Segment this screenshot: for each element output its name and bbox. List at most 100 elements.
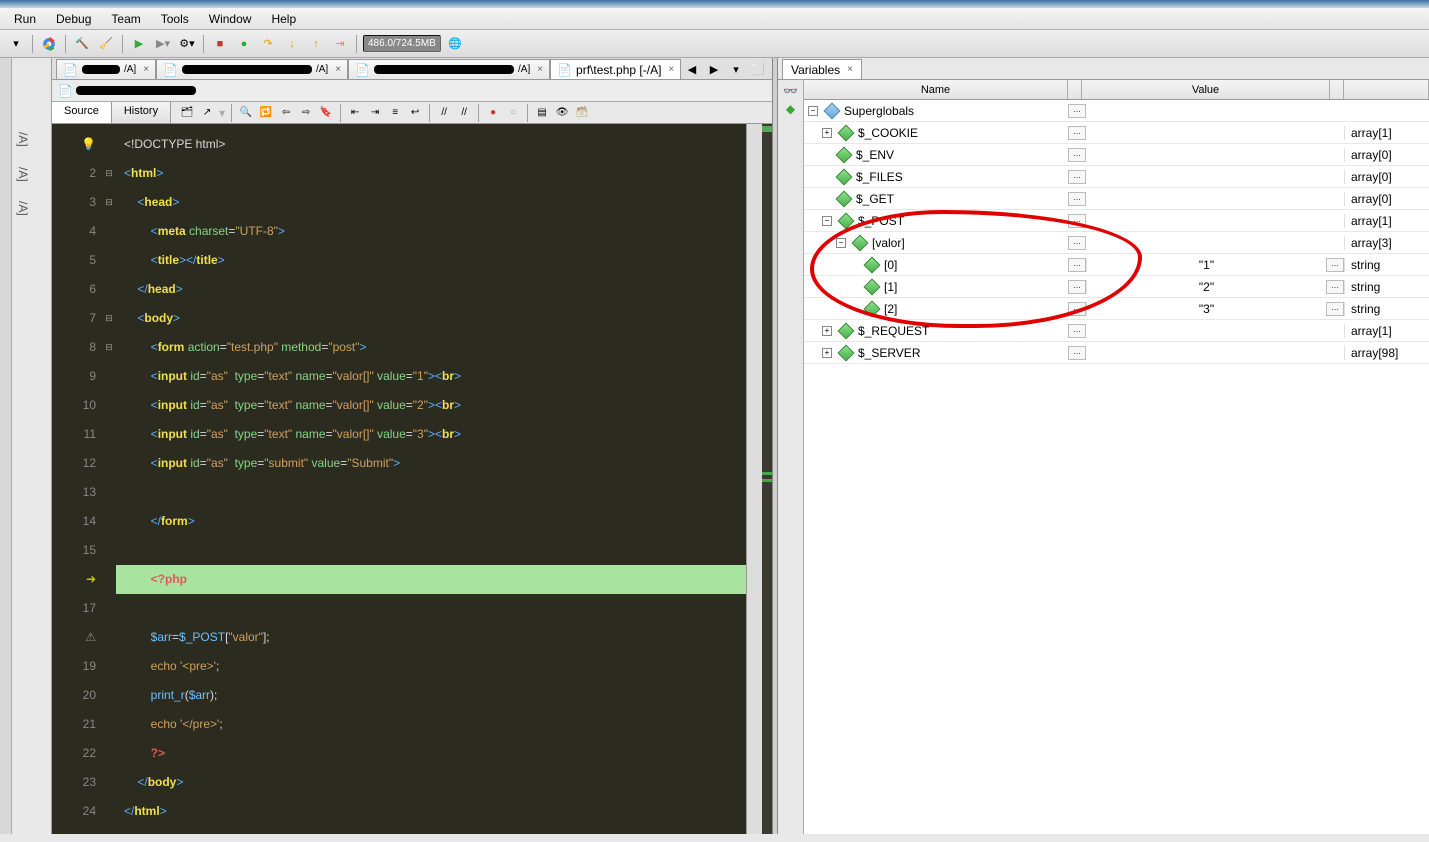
bookmark-icon[interactable]: 🔖 (318, 105, 334, 121)
run-to-cursor-icon[interactable]: ⇥ (330, 34, 350, 54)
step-over-icon[interactable]: ↷ (258, 34, 278, 54)
debug-icon[interactable]: ▶▾ (153, 34, 173, 54)
tab-prev-icon[interactable]: ◀ (682, 59, 702, 79)
source-tab[interactable]: Source (52, 102, 112, 123)
export-icon[interactable]: ↗ (199, 105, 215, 121)
find-icon[interactable]: 🔍 (238, 105, 254, 121)
prev-icon[interactable]: ⇦ (278, 105, 294, 121)
build-icon[interactable]: 🔨 (72, 34, 92, 54)
close-icon[interactable]: × (143, 64, 149, 75)
menu-help[interactable]: Help (263, 10, 304, 28)
close-icon[interactable]: × (847, 64, 853, 75)
next-icon[interactable]: ⇨ (298, 105, 314, 121)
stop-icon[interactable]: ■ (210, 34, 230, 54)
name-col[interactable]: Name (804, 80, 1068, 99)
collapse-icon[interactable]: − (808, 106, 818, 116)
filter-icon[interactable]: ◆ (786, 102, 795, 116)
menu-window[interactable]: Window (201, 10, 260, 28)
run-icon[interactable]: ▶ (129, 34, 149, 54)
side-tab[interactable]: /A] (16, 167, 30, 182)
menu-debug[interactable]: Debug (48, 10, 99, 28)
shift-right-icon[interactable]: ⇥ (367, 105, 383, 121)
maximize-icon[interactable]: ⬜ (748, 59, 768, 79)
left-side-tabs[interactable]: /A] /A] /A] (12, 128, 34, 220)
left-sidebar: /A] /A] /A] (12, 58, 52, 834)
dropdown-button[interactable]: ▾ (6, 34, 26, 54)
more-icon[interactable]: … (1068, 280, 1086, 294)
expand-icon[interactable]: + (822, 128, 832, 138)
chrome-icon[interactable] (39, 34, 59, 54)
fold-icon[interactable]: ⊟ (102, 304, 116, 333)
file-tab[interactable]: 📄/A]× (56, 59, 156, 79)
history-tab[interactable]: History (112, 102, 171, 123)
clean-icon[interactable]: 🧹 (96, 34, 116, 54)
memory-indicator[interactable]: 486.0/724.5MB (363, 35, 441, 52)
overview-ruler[interactable] (762, 124, 772, 834)
disable-bp-icon[interactable]: ○ (505, 105, 521, 121)
value-col[interactable]: Value (1082, 80, 1330, 99)
expand-icon[interactable]: + (822, 348, 832, 358)
collapse-icon[interactable]: − (836, 238, 846, 248)
more-icon[interactable]: … (1326, 280, 1344, 294)
more-icon[interactable]: … (1068, 192, 1086, 206)
code-lines[interactable]: <!DOCTYPE html> <html> <head> <meta char… (116, 124, 746, 834)
gc-icon[interactable]: 🌐 (445, 34, 465, 54)
comment-icon[interactable]: // (436, 105, 452, 121)
step-into-icon[interactable]: ↓ (282, 34, 302, 54)
fold-icon[interactable]: ⊟ (102, 333, 116, 362)
more-icon[interactable]: … (1068, 346, 1086, 360)
format-icon[interactable]: ≡ (387, 105, 403, 121)
tab-next-icon[interactable]: ▶ (704, 59, 724, 79)
continue-icon[interactable]: ● (234, 34, 254, 54)
watch-icon[interactable]: 👁 (554, 105, 570, 121)
close-icon[interactable]: × (668, 64, 674, 75)
scrollbar[interactable] (746, 124, 762, 834)
more-icon[interactable]: … (1326, 258, 1344, 272)
separator (203, 35, 204, 53)
more-icon[interactable]: … (1068, 214, 1086, 228)
close-icon[interactable]: × (537, 64, 543, 75)
file-tab-active[interactable]: 📄prf\test.php [-/A]× (550, 59, 681, 79)
more-icon[interactable]: … (1326, 302, 1344, 316)
breakpoint-icon[interactable]: ● (485, 105, 501, 121)
side-tab[interactable]: /A] (16, 201, 30, 216)
more-icon[interactable]: … (1068, 302, 1086, 316)
more-icon[interactable]: … (1068, 170, 1086, 184)
fold-icon[interactable]: ⊟ (102, 159, 116, 188)
var-icon (836, 168, 853, 185)
replace-icon[interactable]: 🔁 (258, 105, 274, 121)
fold-icon[interactable]: ⊟ (102, 188, 116, 217)
more-icon[interactable]: … (1068, 148, 1086, 162)
wrap-icon[interactable]: ↩ (407, 105, 423, 121)
more-icon[interactable]: … (1068, 324, 1086, 338)
code-editor[interactable]: 💡 234 567 8910 111213 1415➜ 17⚠19 202122… (52, 124, 772, 834)
close-icon[interactable]: × (335, 64, 341, 75)
file-tab[interactable]: 📄/A]× (156, 59, 348, 79)
variables-panel: Variables× 👓 ◆ Name Value −Superglobals…… (778, 58, 1429, 834)
menu-team[interactable]: Team (103, 10, 148, 28)
more-icon[interactable]: … (1068, 104, 1086, 118)
collapse-icon[interactable]: − (822, 216, 832, 226)
db-icon[interactable]: 🗃 (574, 105, 590, 121)
variables-tab[interactable]: Variables× (782, 59, 862, 79)
side-tab[interactable]: /A] (16, 132, 30, 147)
tree-icon[interactable]: 🗂 (179, 105, 195, 121)
menu-run[interactable]: Run (6, 10, 44, 28)
uncomment-icon[interactable]: // (456, 105, 472, 121)
tab-list-icon[interactable]: ▾ (726, 59, 746, 79)
shift-left-icon[interactable]: ⇤ (347, 105, 363, 121)
profile-icon[interactable]: ⚙▾ (177, 34, 197, 54)
expand-icon[interactable]: + (822, 326, 832, 336)
var-icon (864, 278, 881, 295)
watch-icon[interactable]: 👓 (783, 84, 798, 98)
more-icon[interactable]: … (1068, 236, 1086, 250)
file-tab[interactable]: 📄/A]× (348, 59, 550, 79)
menu-tools[interactable]: Tools (153, 10, 197, 28)
more-icon[interactable]: … (1068, 258, 1086, 272)
step-out-icon[interactable]: ↑ (306, 34, 326, 54)
var-icon (864, 300, 881, 317)
separator (356, 35, 357, 53)
variables-tree[interactable]: −Superglobals… +$_COOKIE…array[1] $_ENV…… (804, 100, 1429, 834)
stack-icon[interactable]: ▤ (534, 105, 550, 121)
more-icon[interactable]: … (1068, 126, 1086, 140)
